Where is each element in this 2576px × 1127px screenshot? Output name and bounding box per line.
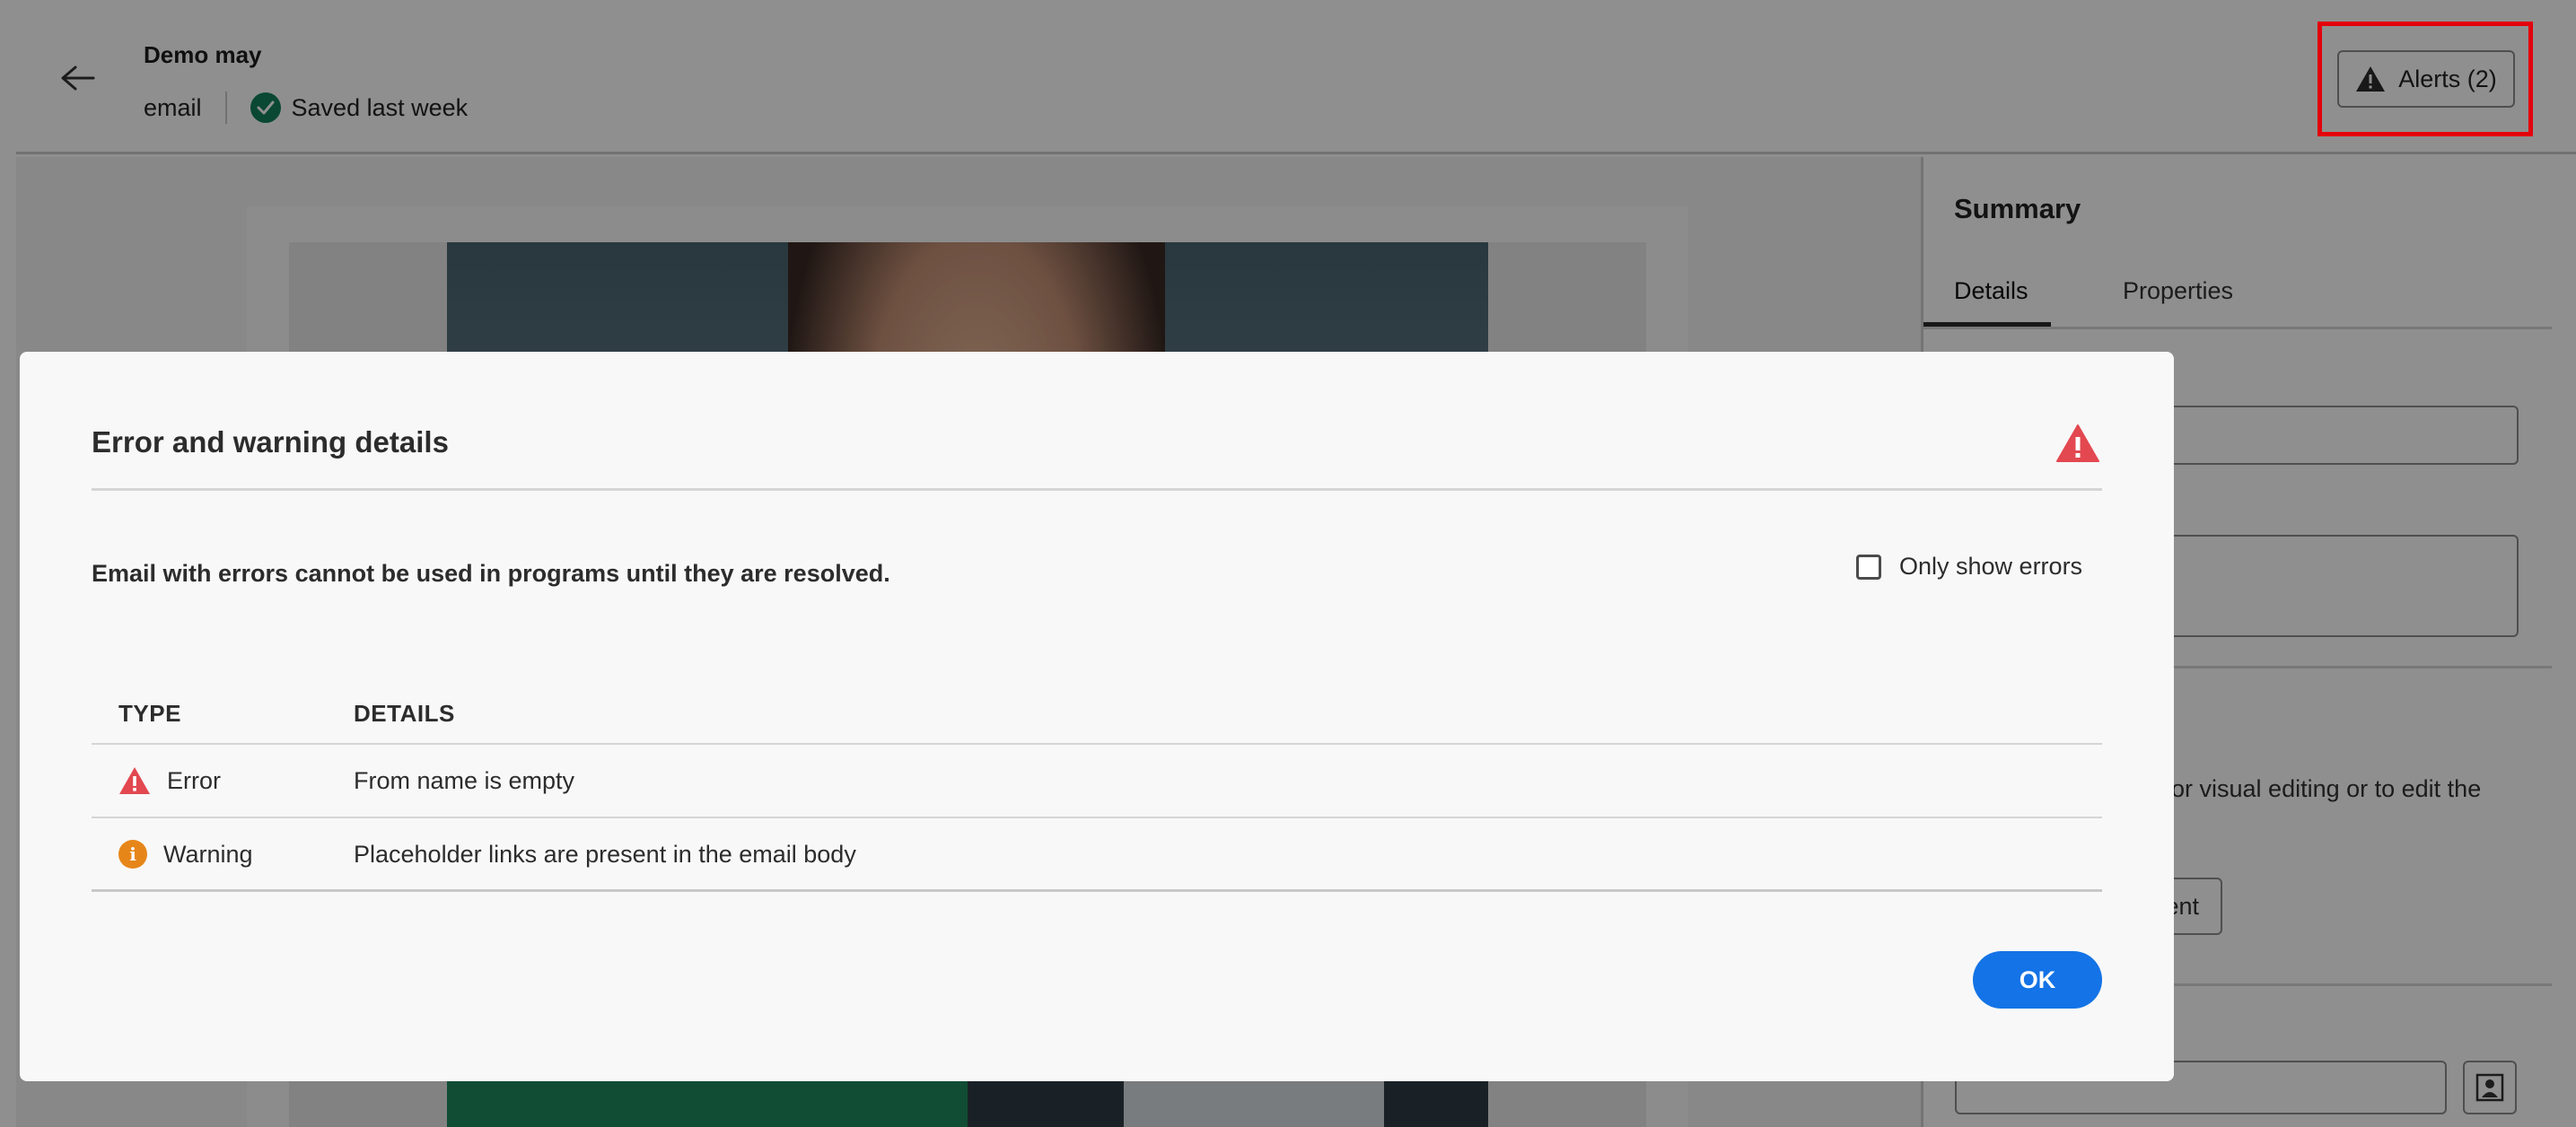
error-triangle-icon (119, 767, 150, 794)
row-type: Error (118, 745, 221, 817)
dialog-message: Email with errors cannot be used in prog… (92, 560, 890, 587)
alerts-highlight-box (2318, 22, 2533, 136)
table-row: i Warning Placeholder links are present … (92, 818, 2102, 892)
row-details: Placeholder links are present in the ema… (354, 840, 856, 868)
column-header-details: DETAILS (354, 700, 455, 727)
row-type-label: Warning (163, 840, 253, 868)
row-type-label: Error (167, 766, 221, 794)
alert-triangle-icon (2055, 424, 2100, 467)
row-type: i Warning (118, 818, 253, 890)
table-header: TYPE DETAILS (92, 680, 2102, 745)
info-circle-icon: i (118, 840, 147, 869)
row-details: From name is empty (354, 766, 575, 794)
only-show-errors-label: Only show errors (1899, 553, 2083, 580)
dialog-divider (92, 488, 2102, 491)
only-show-errors-checkbox[interactable]: Only show errors (1856, 553, 2082, 581)
alerts-table: TYPE DETAILS Error From name is empty i … (92, 680, 2102, 892)
dialog-title: Error and warning details (92, 425, 449, 459)
column-header-type: TYPE (118, 700, 181, 727)
table-row: Error From name is empty (92, 745, 2102, 818)
checkbox-box[interactable] (1856, 554, 1881, 580)
ok-button[interactable]: OK (1973, 951, 2102, 1009)
error-warning-dialog: Error and warning details Email with err… (20, 352, 2174, 1081)
